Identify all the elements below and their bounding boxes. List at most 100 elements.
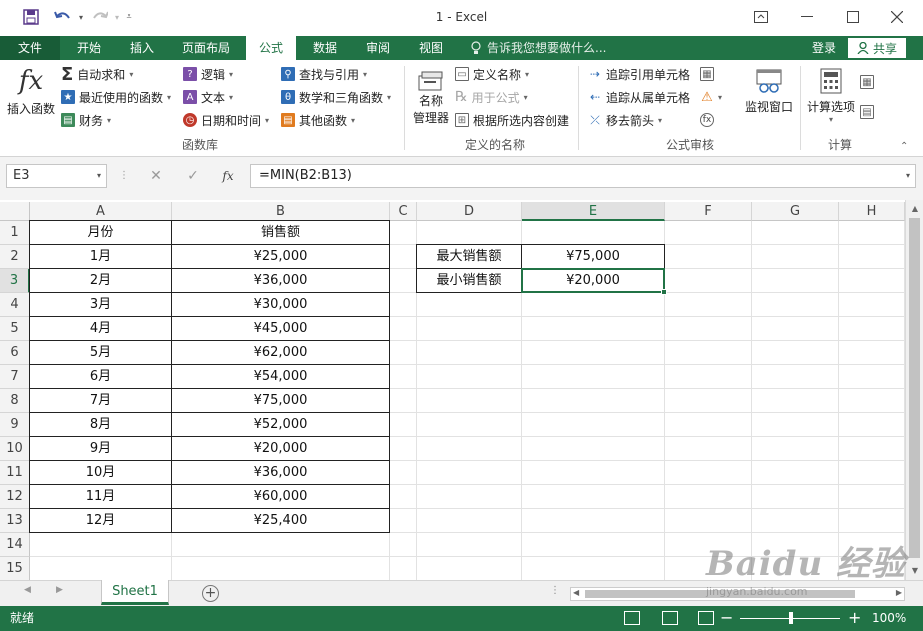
row-header-10[interactable]: 10 — [0, 437, 30, 461]
undo-icon[interactable] — [50, 6, 76, 28]
cell-a1-month-header[interactable]: 月份 — [29, 220, 172, 245]
redo-icon[interactable] — [88, 6, 112, 28]
close-icon[interactable] — [882, 4, 912, 30]
ribbon-display-options-icon[interactable] — [746, 4, 776, 30]
page-break-view-icon[interactable] — [698, 611, 714, 625]
table-cell-month[interactable]: 3月 — [29, 292, 172, 317]
lookup-button[interactable]: ⚲ 查找与引用 ▾ — [281, 64, 367, 84]
create-from-selection-button[interactable]: ⊞ 根据所选内容创建 — [455, 110, 569, 130]
table-cell-month[interactable]: 7月 — [29, 388, 172, 413]
name-box[interactable]: E3 ▾ — [6, 164, 107, 188]
table-cell-month[interactable]: 6月 — [29, 364, 172, 389]
scroll-left-icon[interactable]: ◀ — [573, 588, 579, 597]
column-header-a[interactable]: A — [30, 202, 172, 221]
tab-review[interactable]: 审阅 — [353, 36, 403, 60]
tab-formulas[interactable]: 公式 — [246, 36, 296, 60]
minimize-icon[interactable] — [792, 4, 822, 30]
row-header-14[interactable]: 14 — [0, 533, 30, 557]
tab-view[interactable]: 视图 — [406, 36, 456, 60]
row-header-5[interactable]: 5 — [0, 317, 30, 341]
table-cell-month[interactable]: 4月 — [29, 316, 172, 341]
autosum-button[interactable]: Σ 自动求和 ▾ — [61, 64, 133, 85]
tab-file[interactable]: 文件 — [0, 36, 60, 60]
add-sheet-icon[interactable]: + — [202, 585, 219, 602]
tab-home[interactable]: 开始 — [64, 36, 114, 60]
trace-dependents-button[interactable]: ⇠ 追踪从属单元格 — [588, 87, 690, 107]
table-cell-sales[interactable]: ¥75,000 — [171, 388, 390, 413]
calculate-sheet-button[interactable]: ▤ — [860, 102, 874, 122]
math-trig-button[interactable]: θ 数学和三角函数 ▾ — [281, 87, 391, 107]
show-formulas-button[interactable]: ▦ — [700, 64, 714, 84]
calc-options-button[interactable]: 计算选项 ▾ — [804, 68, 858, 124]
active-cell-outline[interactable] — [521, 268, 665, 293]
table-cell-sales[interactable]: ¥62,000 — [171, 340, 390, 365]
tab-page-layout[interactable]: 页面布局 — [170, 36, 242, 60]
scroll-down-icon[interactable]: ▼ — [909, 564, 921, 578]
table-cell-sales[interactable]: ¥60,000 — [171, 484, 390, 509]
row-header-13[interactable]: 13 — [0, 509, 30, 533]
name-manager-button[interactable]: 名称 管理器 — [409, 68, 453, 126]
page-layout-view-icon[interactable] — [662, 611, 678, 625]
remove-arrows-button[interactable]: ⤫ 移去箭头 ▾ — [588, 110, 662, 130]
share-button[interactable]: 共享 — [848, 38, 906, 58]
scroll-up-icon[interactable]: ▲ — [909, 202, 921, 216]
tab-insert[interactable]: 插入 — [117, 36, 167, 60]
cell-d3-min-label[interactable]: 最小销售额 — [416, 268, 522, 293]
worksheet-grid[interactable]: A B C D E F G H 1 2 3 4 5 6 7 8 9 10 11 12 13 14 15 月份 销售额 1月 ¥25,… — [0, 200, 905, 580]
login-link[interactable]: 登录 — [812, 36, 836, 60]
table-cell-month[interactable]: 1月 — [29, 244, 172, 269]
table-cell-month[interactable]: 8月 — [29, 412, 172, 437]
table-cell-sales[interactable]: ¥54,000 — [171, 364, 390, 389]
trace-precedents-button[interactable]: ⇢ 追踪引用单元格 — [588, 64, 690, 84]
tab-data[interactable]: 数据 — [300, 36, 350, 60]
evaluate-formula-button[interactable]: fx — [700, 110, 714, 130]
table-cell-month[interactable]: 10月 — [29, 460, 172, 485]
table-cell-month[interactable]: 2月 — [29, 268, 172, 293]
cell-d2-max-label[interactable]: 最大销售额 — [416, 244, 522, 269]
vertical-scrollbar[interactable]: ▲ ▼ — [905, 200, 923, 580]
table-cell-sales[interactable]: ¥52,000 — [171, 412, 390, 437]
table-cell-month[interactable]: 9月 — [29, 436, 172, 461]
row-header-2[interactable]: 2 — [0, 245, 30, 269]
row-header-1[interactable]: 1 — [0, 221, 30, 245]
column-header-d[interactable]: D — [417, 202, 522, 221]
formula-input[interactable]: =MIN(B2:B13) ▾ — [250, 164, 916, 188]
redo-dropdown-icon[interactable]: ▾ — [112, 6, 122, 28]
table-cell-month[interactable]: 11月 — [29, 484, 172, 509]
cancel-icon[interactable]: ✕ — [144, 166, 168, 186]
row-header-6[interactable]: 6 — [0, 341, 30, 365]
fill-handle[interactable] — [661, 289, 667, 295]
expand-formula-bar-icon[interactable]: ▾ — [906, 165, 910, 187]
zoom-in-icon[interactable]: + — [848, 608, 861, 628]
normal-view-icon[interactable] — [624, 611, 640, 625]
row-header-11[interactable]: 11 — [0, 461, 30, 485]
tell-me-search[interactable]: 告诉我您想要做什么... — [470, 36, 606, 60]
more-functions-button[interactable]: ▤ 其他函数 ▾ — [281, 110, 355, 130]
enter-icon[interactable]: ✓ — [181, 166, 205, 186]
column-header-e[interactable]: E — [522, 202, 665, 221]
table-cell-month[interactable]: 5月 — [29, 340, 172, 365]
row-header-4[interactable]: 4 — [0, 293, 30, 317]
scroll-tabs-left-icon[interactable]: ◀ — [24, 585, 31, 595]
formula-bar-options-icon[interactable]: ⋮ — [112, 166, 136, 186]
logical-button[interactable]: ? 逻辑 ▾ — [183, 64, 233, 84]
zoom-slider-handle[interactable] — [789, 612, 793, 624]
row-header-15[interactable]: 15 — [0, 557, 30, 580]
cell-b1-sales-header[interactable]: 销售额 — [171, 220, 390, 245]
table-cell-sales[interactable]: ¥36,000 — [171, 268, 390, 293]
chevron-down-icon[interactable]: ▾ — [97, 165, 101, 187]
row-header-9[interactable]: 9 — [0, 413, 30, 437]
text-functions-button[interactable]: A 文本 ▾ — [183, 87, 233, 107]
maximize-icon[interactable] — [838, 4, 868, 30]
column-header-g[interactable]: G — [752, 202, 839, 221]
table-cell-sales[interactable]: ¥45,000 — [171, 316, 390, 341]
save-icon[interactable] — [20, 6, 42, 28]
table-cell-sales[interactable]: ¥20,000 — [171, 436, 390, 461]
collapse-ribbon-button[interactable]: ⌃ — [900, 136, 908, 156]
select-all-corner[interactable] — [0, 202, 30, 221]
zoom-out-icon[interactable]: − — [720, 608, 733, 628]
row-header-12[interactable]: 12 — [0, 485, 30, 509]
zoom-level[interactable]: 100% — [872, 606, 906, 631]
recent-functions-button[interactable]: ★ 最近使用的函数 ▾ — [61, 87, 171, 107]
column-header-b[interactable]: B — [172, 202, 390, 221]
